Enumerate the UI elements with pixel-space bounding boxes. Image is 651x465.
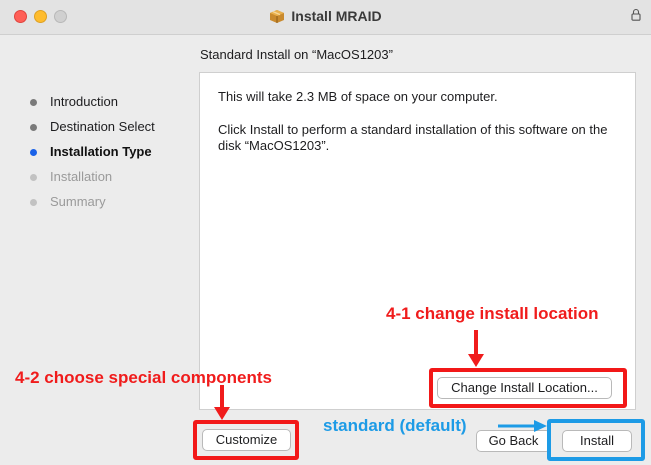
step-bullet-icon bbox=[30, 149, 37, 156]
step-bullet-icon bbox=[30, 174, 37, 181]
step-label: Installation bbox=[50, 169, 113, 184]
step-label: Destination Select bbox=[50, 119, 155, 134]
arrow-down-icon bbox=[214, 385, 230, 420]
step-introduction: Introduction bbox=[30, 94, 155, 119]
lock-icon bbox=[631, 8, 641, 26]
step-label: Introduction bbox=[50, 94, 118, 109]
step-summary: Summary bbox=[30, 194, 155, 219]
step-bullet-icon bbox=[30, 124, 37, 131]
step-installation: Installation bbox=[30, 169, 155, 194]
step-label: Summary bbox=[50, 194, 106, 209]
arrow-down-icon bbox=[468, 330, 484, 367]
window-title-group: Install MRAID bbox=[0, 8, 651, 26]
annotation-standard: standard (default) bbox=[323, 416, 467, 435]
step-bullet-icon bbox=[30, 199, 37, 206]
change-location-highlight bbox=[429, 368, 627, 408]
content-panel: This will take 2.3 MB of space on your c… bbox=[199, 72, 636, 410]
space-required-text: This will take 2.3 MB of space on your c… bbox=[218, 89, 498, 104]
window-title: Install MRAID bbox=[291, 8, 382, 24]
title-bar: Install MRAID bbox=[0, 0, 651, 35]
step-label: Installation Type bbox=[50, 144, 152, 159]
annotation-change-location: 4-1 change install location bbox=[386, 304, 599, 323]
annotation-customize: 4-2 choose special components bbox=[15, 368, 272, 387]
step-bullet-icon bbox=[30, 99, 37, 106]
step-installation-type: Installation Type bbox=[30, 144, 155, 169]
package-icon bbox=[269, 9, 285, 26]
steps-sidebar: Introduction Destination Select Installa… bbox=[30, 94, 155, 219]
arrow-right-icon bbox=[498, 420, 547, 432]
step-destination-select: Destination Select bbox=[30, 119, 155, 144]
customize-highlight bbox=[193, 420, 299, 460]
install-instruction-text: Click Install to perform a standard inst… bbox=[218, 122, 608, 153]
install-subtitle: Standard Install on “MacOS1203” bbox=[200, 47, 393, 62]
install-highlight bbox=[547, 419, 645, 461]
